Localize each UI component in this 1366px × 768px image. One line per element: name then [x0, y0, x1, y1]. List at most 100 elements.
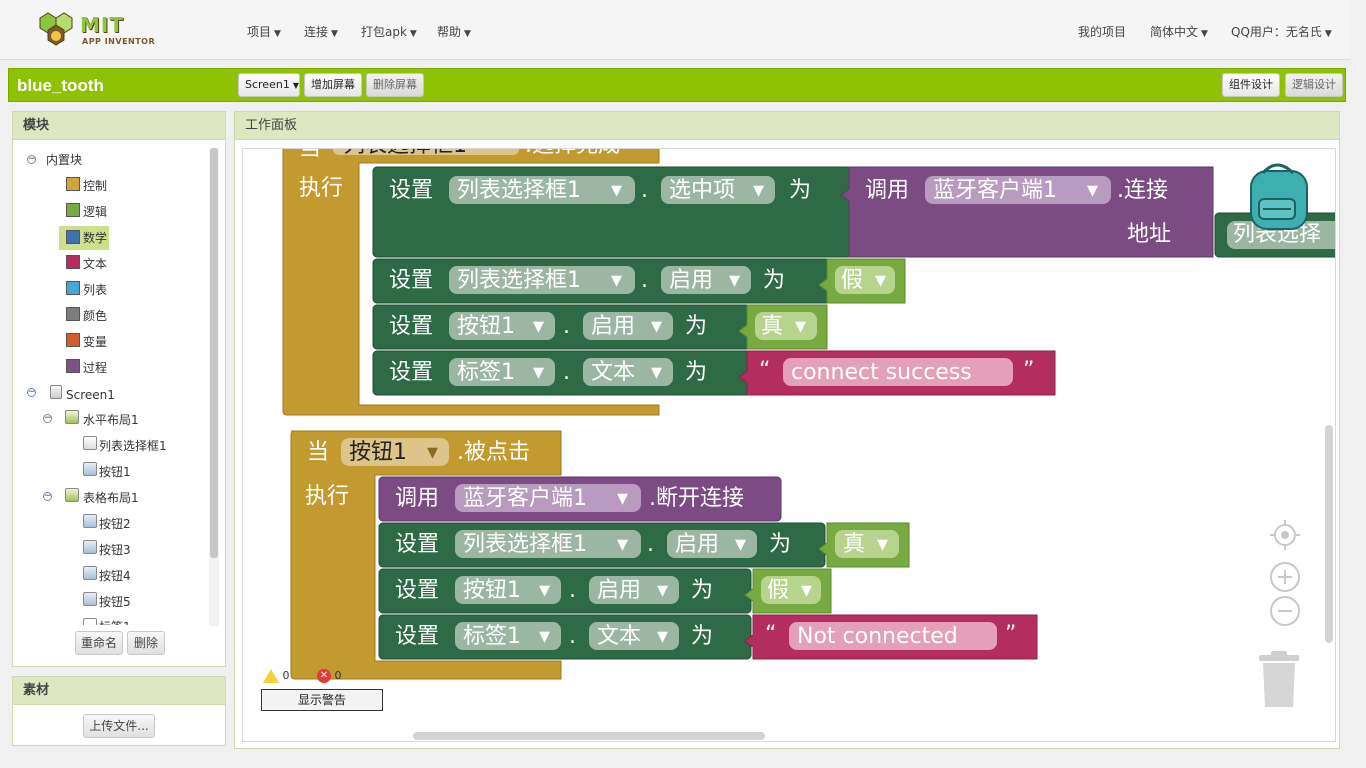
tree-button3[interactable]: 按钮3	[99, 540, 131, 560]
boolean-value-label: 真	[843, 532, 865, 557]
string-value-label: Not connected	[797, 624, 958, 649]
tree-table-layout[interactable]: 表格布局1	[83, 488, 139, 508]
blocks-editor-button[interactable]: 逻辑设计	[1285, 73, 1343, 97]
button-icon	[83, 592, 97, 606]
property-dropdown-label: 启用	[675, 532, 719, 557]
collapse-toggle-icon[interactable]: −	[27, 155, 36, 164]
workspace-horizontal-scrollbar[interactable]	[413, 732, 765, 740]
quote-open: “	[765, 622, 776, 647]
builtin-item-label: 文本	[83, 257, 108, 271]
method-name: .断开连接	[649, 486, 744, 511]
listpicker-icon	[83, 436, 97, 450]
set-label-text-block[interactable]: 设置 标签1 ▾ . 文本 ▾ 为	[378, 614, 752, 660]
false-block[interactable]: 假 ▾	[818, 258, 906, 304]
false-block[interactable]: 假 ▾	[744, 568, 832, 614]
collapse-toggle-icon[interactable]: −	[27, 388, 36, 397]
tree-listpicker1[interactable]: 列表选择框1	[99, 436, 167, 456]
screen-icon	[50, 385, 62, 399]
tree-horizontal-layout[interactable]: 水平布局1	[83, 410, 139, 430]
text-string-block[interactable]: “ connect success ”	[738, 350, 1056, 396]
call-bluetooth-disconnect-block[interactable]: 调用 蓝牙客户端1 ▾ .断开连接	[378, 476, 782, 522]
backpack-icon[interactable]	[1250, 163, 1308, 230]
trash-can-icon[interactable]	[1259, 651, 1299, 707]
dropdown-arrow-icon: ▾	[877, 532, 888, 557]
tree-builtin[interactable]: 内置块	[46, 150, 82, 170]
delete-button[interactable]: 删除	[127, 631, 165, 655]
component-dropdown-label: 列表选择框1	[457, 268, 581, 293]
menu-project-label: 项目	[247, 25, 272, 39]
blocks-workspace[interactable]: 当 列表选择框1 .选择完成 执行 设置 列表选择框1 ▾ . 选中项 ▾ 为	[242, 148, 1336, 742]
true-block[interactable]: 真 ▾	[818, 522, 910, 568]
menu-help[interactable]: 帮助 ▼	[437, 23, 471, 40]
set-label-text-block[interactable]: 设置 标签1 ▾ . 文本 ▾ 为	[372, 350, 768, 396]
procedures-swatch-icon	[66, 359, 80, 373]
to-keyword: 为	[685, 314, 707, 339]
tree-scrollbar-thumb[interactable]	[210, 148, 218, 558]
set-button-enabled-block[interactable]: 设置 按钮1 ▾ . 启用 ▾ 为	[378, 568, 752, 614]
boolean-value-label: 真	[761, 314, 783, 339]
string-value-label: connect success	[791, 360, 972, 385]
upload-file-button[interactable]: 上传文件...	[83, 714, 155, 738]
tree-scrollbar[interactable]	[209, 148, 219, 626]
rename-button[interactable]: 重命名	[75, 631, 123, 655]
screen-select[interactable]: Screen1 ▼	[238, 73, 300, 97]
project-toolbar: blue_tooth Screen1 ▼ 增加屏幕 删除屏幕 组件设计 逻辑设计	[8, 68, 1346, 102]
event-component-label: 按钮1	[349, 440, 407, 465]
user-menu[interactable]: QQ用户：无名氏 ▼	[1231, 23, 1332, 40]
tree-screen1[interactable]: Screen1	[66, 385, 115, 405]
builtin-item-label: 逻辑	[83, 205, 108, 219]
collapse-toggle-icon[interactable]: −	[43, 492, 52, 501]
menu-connect-label: 连接	[304, 25, 329, 39]
tree-button4[interactable]: 按钮4	[99, 566, 131, 586]
dropdown-arrow-icon: ▾	[801, 578, 812, 603]
recenter-icon[interactable]	[1270, 520, 1300, 550]
property-dropdown-label: 文本	[591, 360, 635, 385]
user-label: QQ用户：无名氏	[1231, 25, 1322, 39]
collapse-toggle-icon[interactable]: −	[43, 414, 52, 423]
tree-label-clipped[interactable]: 标签1	[63, 617, 203, 625]
variables-swatch-icon	[66, 333, 80, 347]
bluetooth-component-label: 蓝牙客户端1	[463, 486, 587, 511]
show-warnings-button[interactable]: 显示警告	[261, 689, 383, 711]
add-screen-button[interactable]: 增加屏幕	[304, 73, 362, 97]
tree-button2[interactable]: 按钮2	[99, 514, 131, 534]
my-projects-link[interactable]: 我的项目	[1078, 23, 1126, 40]
to-keyword: 为	[691, 578, 713, 603]
menu-connect[interactable]: 连接 ▼	[304, 23, 338, 40]
menu-build-apk[interactable]: 打包apk ▼	[361, 23, 417, 40]
component-dropdown-label: 列表选择框1	[463, 532, 587, 557]
set-listpicker-enabled-block[interactable]: 设置 列表选择框1 ▾ . 启用 ▾ 为	[378, 522, 826, 568]
tree-button1[interactable]: 按钮1	[99, 462, 131, 482]
to-keyword: 为	[763, 268, 785, 293]
zoom-in-icon[interactable]	[1270, 562, 1300, 592]
menu-project[interactable]: 项目 ▼	[247, 23, 281, 40]
set-listpicker-enabled-block[interactable]: 设置 列表选择框1 ▾ . 启用 ▾ 为	[372, 258, 846, 304]
property-dropdown-label: 选中项	[669, 178, 735, 203]
bluetooth-component-label: 蓝牙客户端1	[933, 178, 1057, 203]
to-keyword: 为	[769, 532, 791, 557]
remove-screen-button[interactable]: 删除屏幕	[366, 73, 424, 97]
do-keyword: 执行	[299, 176, 343, 201]
menu-help-label: 帮助	[437, 25, 462, 39]
blocks-panel: 模块 − 内置块 控制 逻辑 数学 文本 列表 颜色 变量 过程 − Scree…	[12, 111, 226, 667]
tree-button5[interactable]: 按钮5	[99, 592, 131, 612]
workspace-vertical-scrollbar[interactable]	[1325, 425, 1333, 643]
call-bluetooth-connect-block[interactable]: 调用 蓝牙客户端1 ▾ .连接 地址	[840, 166, 1214, 258]
warnings-indicator: 0 ✕ 0	[263, 669, 342, 683]
true-block[interactable]: 真 ▾	[738, 304, 828, 350]
dropdown-arrow-icon: ▾	[617, 532, 628, 557]
event-name: .选择完成	[525, 149, 620, 158]
caret-down-icon: ▼	[1201, 29, 1208, 39]
language-menu[interactable]: 简体中文 ▼	[1150, 23, 1208, 40]
error-icon: ✕	[317, 669, 331, 683]
property-dropdown-label: 启用	[591, 314, 635, 339]
builtin-item-label: 过程	[83, 361, 108, 375]
workspace-panel: 工作面板 当 列表选择框1 .选择完成 执行 设置 列表选择框1 ▾ . 选	[234, 111, 1340, 749]
set-button-enabled-block[interactable]: 设置 按钮1 ▾ . 启用 ▾ 为	[372, 304, 768, 350]
text-string-block[interactable]: “ Not connected ”	[744, 614, 1038, 660]
set-selection-block[interactable]: 设置 列表选择框1 ▾ . 选中项 ▾ 为	[372, 166, 852, 258]
designer-button[interactable]: 组件设计	[1222, 73, 1280, 97]
zoom-out-icon[interactable]	[1270, 596, 1300, 626]
app-inventor-logo[interactable]: MIT APP INVENTOR	[34, 10, 164, 52]
dropdown-arrow-icon: ▾	[533, 360, 544, 385]
